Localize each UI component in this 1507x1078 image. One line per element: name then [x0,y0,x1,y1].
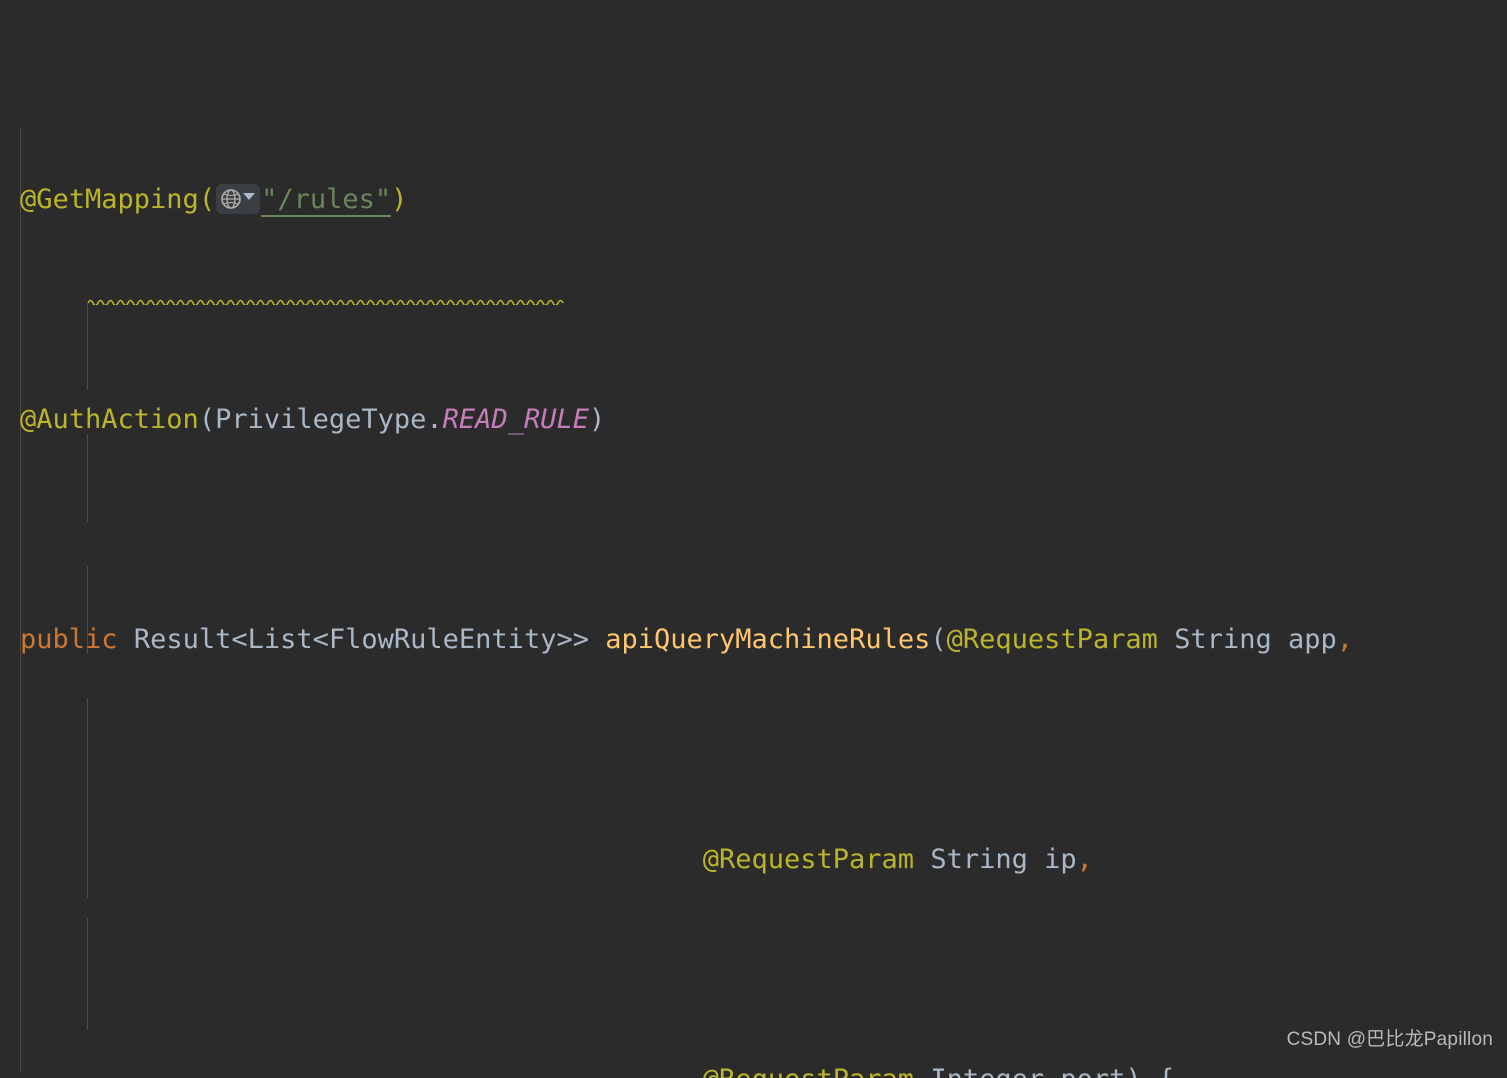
code-line-param-ip: @RequestParam String ip, [0,838,1507,882]
return-type: Result<List<FlowRuleEntity>> [133,624,589,655]
param-comma-ip: , [1076,844,1093,875]
code-line-getmapping: @GetMapping( "/rules") [0,178,1507,222]
param-type-app: String [1174,624,1272,655]
param-name-ip: ip [1044,844,1077,875]
param-annotation-app: @RequestParam [946,624,1158,655]
warning-squiggle [88,299,564,305]
modifier-public: public [20,624,118,655]
privilege-type-constant: READ_RULE [442,404,589,435]
privilege-type-class: PrivilegeType [215,404,427,435]
annotation-authaction-name: @AuthAction [20,404,199,435]
param-type-port: Integer [930,1064,1044,1078]
annotation-getmapping-open-paren: ( [198,184,216,215]
authaction-open-paren: ( [198,404,216,435]
globe-icon-glyph [221,189,241,209]
param-annotation-port: @RequestParam [703,1064,914,1078]
code-lines: @GetMapping("/rules") @AuthAction(Privil… [0,0,1507,1078]
param-name-app: app [1288,624,1337,655]
globe-icon[interactable] [216,184,261,214]
annotation-getmapping-name: @GetMapping [20,184,199,215]
param-annotation-ip: @RequestParam [702,844,915,875]
param-comma-app: , [1336,624,1354,655]
chevron-down-icon[interactable] [243,193,256,200]
code-line-authaction: @AuthAction(PrivilegeType.READ_RULE) [0,398,1507,442]
signature-close: ) { [1125,1064,1174,1078]
method-name: apiQueryMachineRules [605,624,931,655]
authaction-dot: . [426,404,443,435]
annotation-getmapping-close-paren: ) [391,184,408,215]
csdn-watermark: CSDN @巴比龙Papillon [1286,1029,1493,1050]
mapping-url-literal[interactable]: "/rules" [261,184,392,217]
code-line-param-port: @RequestParam Integer port) { [0,1058,1507,1078]
param-type-ip: String [930,844,1028,875]
param-name-port: port [1060,1064,1125,1078]
code-editor-viewport[interactable]: @GetMapping("/rules") @AuthAction(Privil… [0,0,1507,1078]
signature-open-paren: ( [930,624,947,655]
authaction-close-paren: ) [588,404,606,435]
code-line-signature: public Result<List<FlowRuleEntity>> apiQ… [0,618,1507,662]
